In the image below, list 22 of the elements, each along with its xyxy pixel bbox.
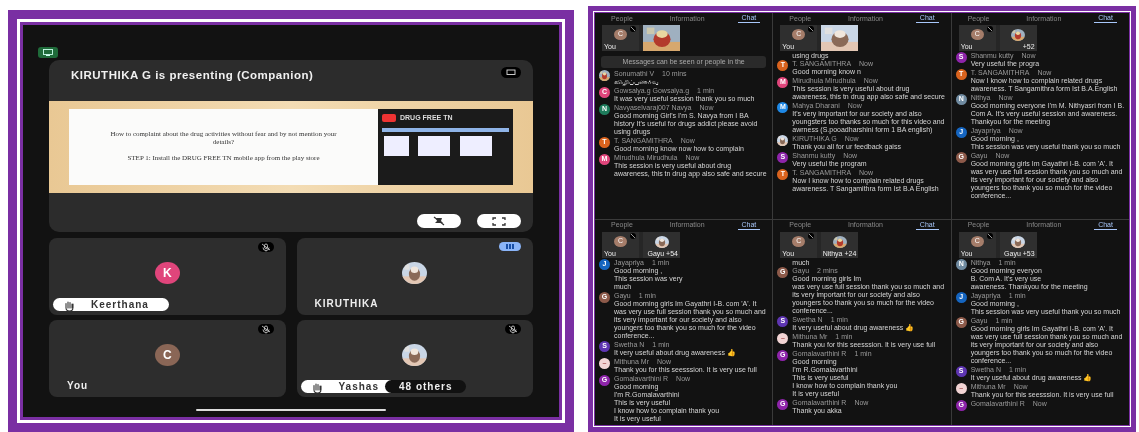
fullscreen-button[interactable] — [477, 214, 521, 228]
install-bar-icon — [382, 127, 509, 132]
name-label: Keerthana — [91, 298, 149, 312]
mic-off-icon — [807, 26, 816, 32]
others-count: 48 others — [385, 380, 467, 393]
participant-name: You — [66, 379, 89, 393]
participant-name: KIRUTHIKA — [313, 297, 379, 311]
mic-off-icon — [807, 232, 816, 239]
app-logo-icon — [382, 114, 396, 123]
fullscreen-icon — [492, 216, 506, 226]
presenter-title: KIRUTHIKA G is presenting (Companion) — [71, 68, 314, 83]
name-label: Yashas — [338, 380, 379, 394]
presenting-icon — [38, 47, 58, 58]
avatar: K — [154, 262, 180, 284]
mic-off-icon — [629, 232, 637, 239]
unpin-button[interactable] — [417, 214, 461, 228]
pin-off-icon — [432, 216, 446, 226]
avatar: C — [154, 344, 180, 366]
mic-off-icon — [629, 26, 637, 32]
mic-off-icon — [985, 26, 994, 32]
mic-off-icon — [985, 232, 994, 239]
screen-share-icon — [501, 67, 521, 78]
